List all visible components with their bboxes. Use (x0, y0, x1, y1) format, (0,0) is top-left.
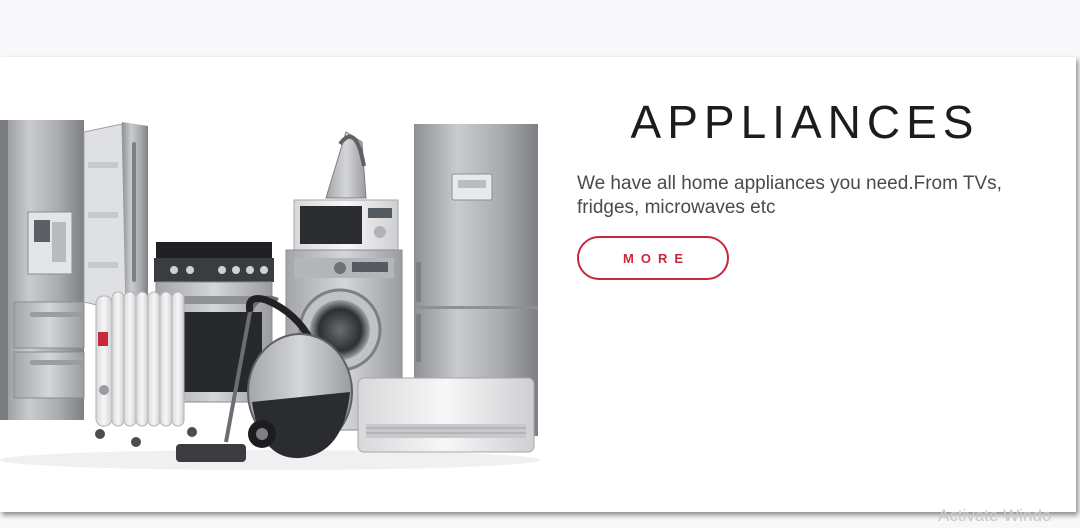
activation-watermark: Activate Windo (938, 506, 1052, 525)
page-title: APPLIANCES (630, 96, 980, 148)
more-button[interactable]: MORE (577, 236, 729, 280)
appliances-image (0, 120, 540, 470)
hero-description: We have all home appliances you need.Fro… (577, 173, 1002, 218)
